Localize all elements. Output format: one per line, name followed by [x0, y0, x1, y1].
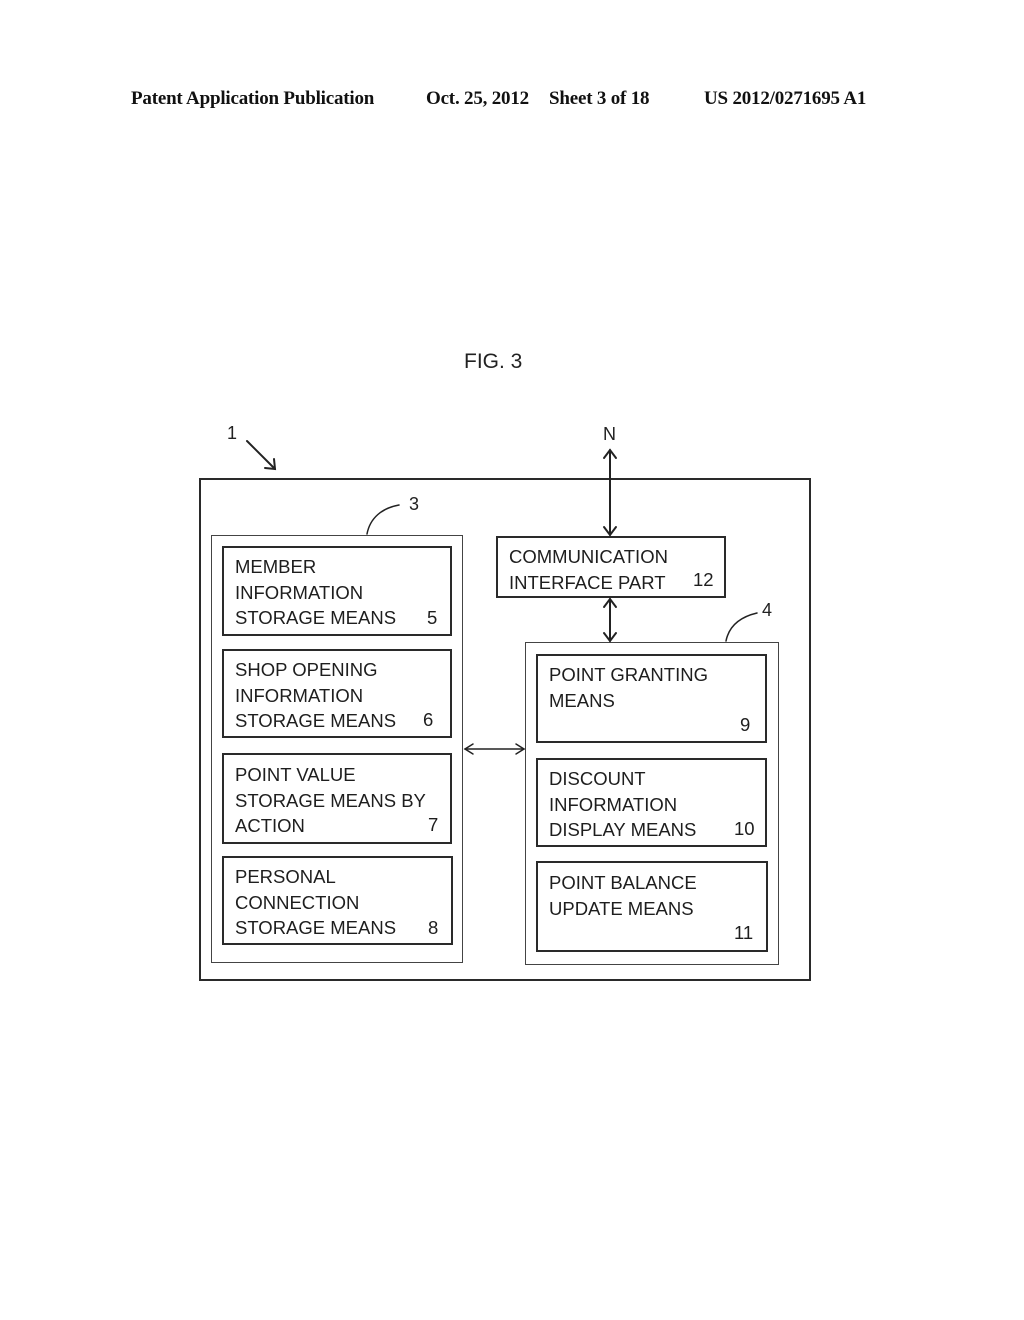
block-line: UPDATE MEANS	[549, 897, 694, 919]
publication-date: Oct. 25, 2012	[426, 88, 529, 109]
point-balance-update-block: POINT BALANCE UPDATE MEANS 11	[536, 861, 768, 952]
block-ref-number: 8	[428, 917, 439, 938]
block-line: INFORMATION	[235, 684, 364, 706]
shop-opening-information-storage-block: SHOP OPENING INFORMATION STORAGE MEANS 6	[222, 649, 452, 738]
network-label: N	[603, 424, 616, 444]
block-ref-number: 6	[423, 709, 434, 730]
discount-information-display-block: DISCOUNT INFORMATION DISPLAY MEANS 10	[536, 758, 767, 847]
block-line: SHOP OPENING	[235, 659, 378, 680]
block-ref-number: 12	[693, 569, 714, 590]
block-line: CONNECTION	[235, 891, 360, 913]
system-ref-arrow	[246, 440, 277, 471]
block-line: STORAGE MEANS	[235, 607, 397, 628]
member-information-storage-block: MEMBER INFORMATION STORAGE MEANS 5	[222, 546, 452, 636]
block-ref-number: 10	[734, 818, 755, 839]
block-line: DISCOUNT	[549, 768, 646, 789]
block-line: PERSONAL	[235, 866, 336, 887]
publication-label: Patent Application Publication	[131, 88, 375, 109]
block-line: DISPLAY MEANS	[549, 819, 697, 840]
sheet-number: Sheet 3 of 18	[549, 88, 650, 109]
block-line: MEANS	[549, 689, 615, 711]
block-line: INTERFACE PART	[509, 571, 666, 593]
block-line: STORAGE MEANS	[235, 710, 397, 731]
point-granting-block: POINT GRANTING MEANS 9	[536, 654, 767, 743]
block-line: STORAGE MEANS BY	[235, 789, 426, 811]
block-ref-number: 11	[734, 922, 754, 943]
point-value-storage-block: POINT VALUE STORAGE MEANS BY ACTION 7	[222, 753, 452, 844]
communication-interface-block: COMMUNICATION INTERFACE PART 12	[496, 536, 726, 598]
block-line: POINT BALANCE	[549, 872, 697, 893]
system-ref-label: 1	[227, 423, 238, 443]
block-line: COMMUNICATION	[509, 546, 668, 567]
figure-title: FIG. 3	[464, 350, 523, 373]
personal-connection-storage-block: PERSONAL CONNECTION STORAGE MEANS 8	[222, 856, 453, 945]
block-line: STORAGE MEANS	[235, 917, 397, 938]
block-line: INFORMATION	[549, 793, 678, 815]
block-line: POINT VALUE	[235, 764, 356, 785]
block-line: ACTION	[235, 815, 305, 836]
block-ref-number: 9	[740, 714, 751, 735]
block-ref-number: 7	[428, 814, 439, 835]
block-line: MEMBER	[235, 556, 317, 577]
block-line: POINT GRANTING	[549, 664, 708, 685]
block-ref-number: 5	[427, 607, 438, 628]
block-line: INFORMATION	[235, 581, 364, 603]
patent-number: US 2012/0271695 A1	[704, 88, 867, 109]
